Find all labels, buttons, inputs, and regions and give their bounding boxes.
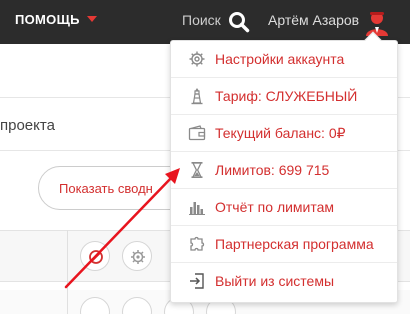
wallet-icon [188,125,206,141]
bar-chart-icon [189,202,205,215]
gear-icon [189,51,205,67]
help-menu[interactable]: ПОМОЩЬ [15,12,80,27]
menu-item-label: Тариф: СЛУЖЕБНЫЙ [215,88,358,104]
project-field-label: проекта [0,117,55,134]
search-label[interactable]: Поиск [182,12,221,28]
lighthouse-icon [191,88,203,105]
menu-item-partner-program[interactable]: Партнерская программа [171,226,397,263]
account-dropdown-menu: Настройки аккаунта Тариф: СЛУЖЕБНЫЙ Теку… [170,31,398,303]
search-icon[interactable] [228,11,250,33]
menu-item-account-settings[interactable]: Настройки аккаунта [171,41,397,78]
gear-icon [131,250,145,264]
menu-item-limits-report[interactable]: Отчёт по лимитам [171,189,397,226]
logout-icon [190,273,204,289]
block-icon [89,250,103,264]
menu-item-label: Отчёт по лимитам [215,199,335,215]
menu-item-balance[interactable]: Текущий баланс: 0₽ [171,115,397,152]
show-summary-label: Показать сводн [59,181,153,196]
menu-item-label: Настройки аккаунта [215,51,345,67]
user-avatar-icon[interactable] [364,9,390,37]
user-name[interactable]: Артём Азаров [268,12,359,28]
column-divider [67,230,68,314]
hourglass-icon [191,161,203,179]
menu-item-logout[interactable]: Выйти из системы [171,263,397,300]
settings-button[interactable] [122,241,152,271]
puzzle-icon [190,236,205,251]
disable-button[interactable] [80,241,110,271]
chevron-down-icon[interactable] [87,16,97,22]
menu-item-tariff[interactable]: Тариф: СЛУЖЕБНЫЙ [171,78,397,115]
menu-item-label: Партнерская программа [215,236,374,252]
menu-item-label: Выйти из системы [215,273,335,289]
menu-item-label: Текущий баланс: 0₽ [215,125,346,141]
menu-item-label: Лимитов: 699 715 [215,162,330,178]
top-navbar: ПОМОЩЬ Поиск Артём Азаров [0,0,410,44]
menu-item-limits[interactable]: Лимитов: 699 715 [171,152,397,189]
